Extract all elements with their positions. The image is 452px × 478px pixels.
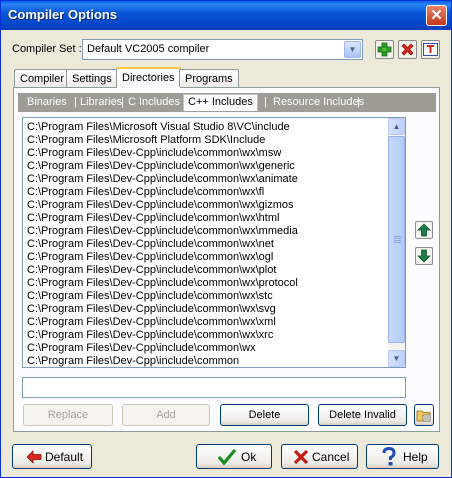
tab-programs[interactable]: Programs — [179, 69, 239, 87]
cancel-icon — [293, 449, 309, 465]
directory-path-input[interactable] — [22, 377, 406, 398]
rename-icon — [423, 43, 438, 56]
list-item[interactable]: C:\Program Files\Dev-Cpp\include\common\… — [27, 173, 298, 186]
list-item[interactable]: C:\Program Files\Dev-Cpp\include\common\… — [27, 264, 276, 277]
list-item[interactable]: C:\Program Files\Dev-Cpp\include\common\… — [27, 186, 264, 199]
list-item[interactable]: C:\Program Files\Dev-Cpp\include\common\… — [27, 329, 273, 342]
scroll-down-icon[interactable]: ▼ — [388, 350, 405, 367]
subtab-binaries[interactable]: Binaries — [27, 96, 67, 108]
arrow-up-icon — [417, 223, 431, 237]
list-item[interactable]: C:\Program Files\Dev-Cpp\include\common\… — [27, 316, 276, 329]
delete-button[interactable]: Delete — [220, 404, 309, 426]
scroll-up-icon[interactable]: ▲ — [388, 118, 405, 135]
list-scrollbar[interactable]: ▲ ▼ — [388, 118, 405, 367]
delete-invalid-button[interactable]: Delete Invalid — [318, 404, 407, 426]
tab-compiler[interactable]: Compiler — [14, 69, 71, 87]
cancel-button[interactable]: Cancel — [281, 444, 358, 469]
title-bar[interactable]: Compiler Options ✕ — [1, 1, 451, 30]
add-button[interactable]: Add — [122, 404, 210, 426]
browse-folder-button[interactable] — [414, 404, 434, 426]
list-item[interactable]: C:\Program Files\Dev-Cpp\include\common\… — [27, 225, 298, 238]
list-item[interactable]: C:\Program Files\Dev-Cpp\include\common\… — [27, 238, 274, 251]
ok-label: Ok — [241, 450, 257, 464]
delete-compiler-set-button[interactable] — [398, 40, 417, 59]
add-icon — [377, 42, 392, 57]
delete-icon — [401, 43, 414, 56]
subtab-libraries[interactable]: Libraries — [80, 96, 122, 108]
folder-icon — [416, 410, 431, 422]
list-item[interactable]: C:\Program Files\Dev-Cpp\include\common\… — [27, 147, 281, 160]
compiler-set-label: Compiler Set : — [12, 43, 82, 55]
list-item[interactable]: C:\Program Files\Dev-Cpp\include\common\… — [27, 342, 256, 355]
default-label: Default — [45, 450, 84, 464]
directory-type-tabs: Binaries | Libraries | C Includes C++ In… — [18, 93, 436, 112]
compiler-options-dialog: Compiler Options ✕ Compiler Set : Defaul… — [0, 0, 452, 478]
help-button[interactable]: Help — [366, 444, 439, 469]
scroll-thumb[interactable] — [388, 136, 405, 343]
compiler-set-value: Default VC2005 compiler — [87, 43, 210, 55]
list-item[interactable]: C:\Program Files\Dev-Cpp\include\common\… — [27, 290, 273, 303]
list-item[interactable]: C:\Program Files\Dev-Cpp\include\common\… — [27, 303, 276, 316]
close-button[interactable]: ✕ — [426, 5, 447, 26]
question-icon — [382, 447, 396, 466]
chevron-down-icon[interactable]: ▼ — [344, 41, 361, 58]
replace-button[interactable]: Replace — [23, 404, 113, 426]
cancel-label: Cancel — [312, 450, 350, 464]
subtab-resource-includes[interactable]: Resource Includes — [273, 96, 364, 108]
help-label: Help — [403, 450, 428, 464]
list-item[interactable]: C:\Program Files\Dev-Cpp\include\common\… — [27, 251, 273, 264]
list-item[interactable]: C:\Program Files\Microsoft Platform SDK\… — [27, 134, 265, 147]
checkmark-icon — [217, 448, 237, 466]
list-item[interactable]: C:\Program Files\Microsoft Visual Studio… — [27, 121, 290, 134]
add-compiler-set-button[interactable] — [375, 40, 394, 59]
tab-directories[interactable]: Directories — [116, 67, 181, 88]
list-item[interactable]: C:\Program Files\Dev-Cpp\include\common — [27, 355, 239, 367]
window-title: Compiler Options — [8, 7, 118, 22]
arrow-down-icon — [417, 249, 431, 263]
rename-compiler-set-button[interactable] — [421, 40, 440, 59]
move-up-button[interactable] — [415, 221, 433, 239]
arrow-left-icon — [26, 450, 42, 464]
list-item[interactable]: C:\Program Files\Dev-Cpp\include\common\… — [27, 277, 298, 290]
list-item[interactable]: C:\Program Files\Dev-Cpp\include\common\… — [27, 212, 279, 225]
subtab-c-includes[interactable]: C Includes — [128, 96, 180, 108]
tab-settings[interactable]: Settings — [66, 69, 118, 87]
list-item[interactable]: C:\Program Files\Dev-Cpp\include\common\… — [27, 199, 294, 212]
move-down-button[interactable] — [415, 247, 433, 265]
list-item[interactable]: C:\Program Files\Dev-Cpp\include\common\… — [27, 160, 295, 173]
subtab-cpp-includes[interactable]: C++ Includes — [183, 94, 258, 111]
directories-list[interactable]: C:\Program Files\Microsoft Visual Studio… — [22, 117, 406, 368]
compiler-set-dropdown[interactable]: Default VC2005 compiler ▼ — [82, 39, 363, 60]
default-button[interactable]: Default — [12, 444, 92, 469]
ok-button[interactable]: Ok — [196, 444, 272, 469]
